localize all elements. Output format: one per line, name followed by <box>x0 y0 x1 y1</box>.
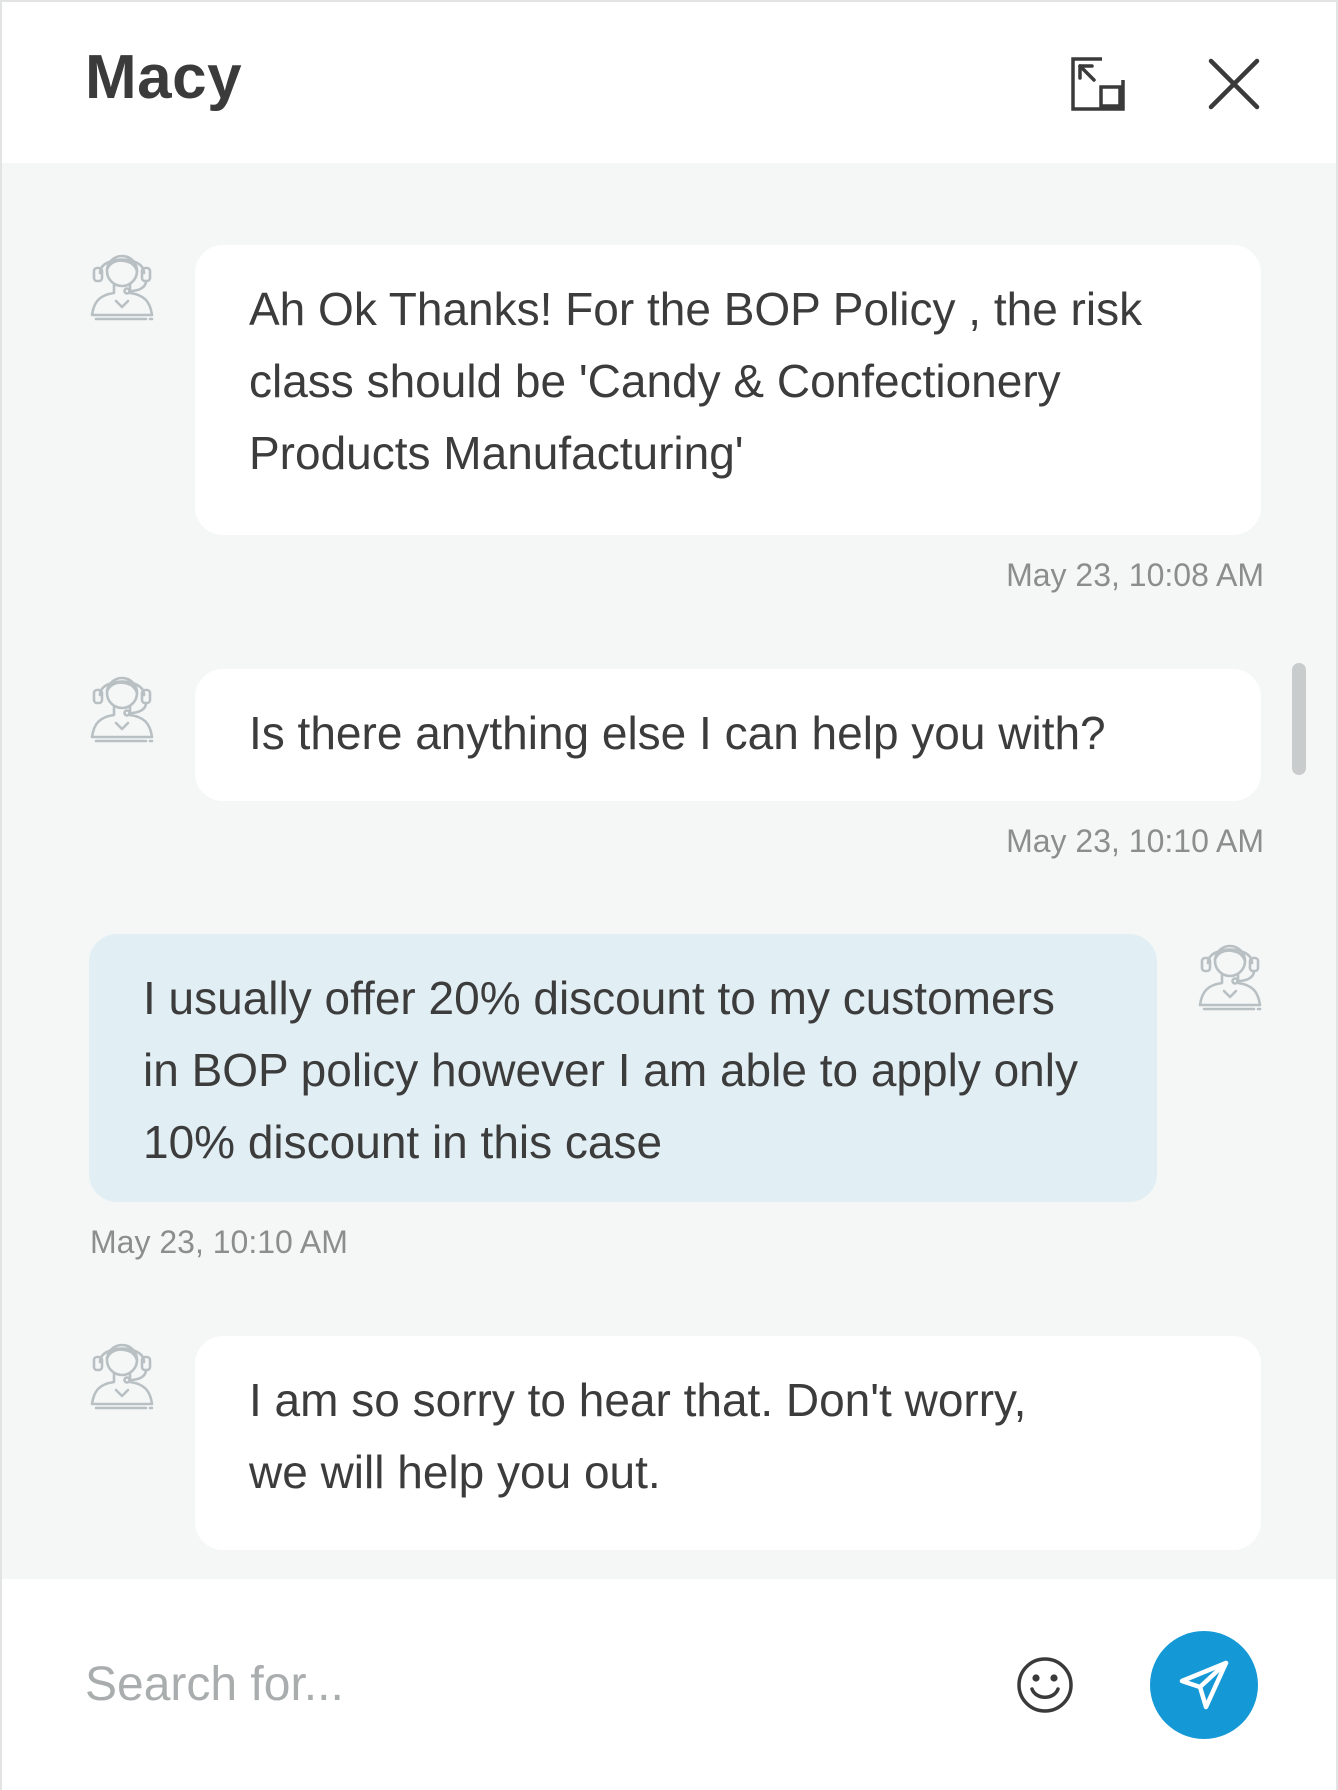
agent-message-bubble: Ah Ok Thanks! For the BOP Policy , the r… <box>195 245 1261 535</box>
message-timestamp: May 23, 10:08 AM <box>1006 557 1264 593</box>
agent-message-bubble: Is there anything else I can help you wi… <box>195 669 1261 801</box>
agent-message-bubble: I am so sorry to hear that. Don't worry,… <box>195 1336 1261 1550</box>
send-button[interactable] <box>1150 1631 1258 1739</box>
agent-headset-avatar-icon <box>86 1332 158 1410</box>
agent-headset-avatar-icon <box>86 243 158 321</box>
chat-header: Macy <box>2 2 1336 163</box>
message-line: Is there anything else I can help you wi… <box>249 707 1106 759</box>
smiley-icon <box>1017 1657 1073 1713</box>
message-line: we will help you out. <box>249 1446 661 1498</box>
message-line: 10% discount in this case <box>143 1116 663 1168</box>
close-icon <box>1208 58 1260 110</box>
paper-plane-icon <box>1179 1660 1229 1710</box>
expand-button[interactable] <box>1066 52 1130 116</box>
message-line: class should be 'Candy & Confectionery <box>249 355 1061 407</box>
message-line: Ah Ok Thanks! For the BOP Policy , the r… <box>249 283 1143 335</box>
chat-window: Macy Ah Ok Thanks! For the BOP Policy , … <box>0 0 1338 1790</box>
emoji-button[interactable] <box>1014 1654 1076 1716</box>
expand-icon <box>1071 57 1125 111</box>
close-button[interactable] <box>1202 52 1266 116</box>
agent-headset-avatar-icon <box>86 665 158 743</box>
message-line: I am so sorry to hear that. Don't worry, <box>249 1374 1027 1426</box>
search-input[interactable] <box>85 1639 945 1729</box>
user-message-bubble: I usually offer 20% discount to my custo… <box>89 934 1157 1202</box>
message-timestamp: May 23, 10:10 AM <box>90 1224 348 1260</box>
user-headset-avatar-icon <box>1194 933 1266 1011</box>
message-line: I usually offer 20% discount to my custo… <box>143 972 1055 1024</box>
message-line: in BOP policy however I am able to apply… <box>143 1044 1078 1096</box>
chat-title: Macy <box>85 43 243 112</box>
message-timestamp: May 23, 10:10 AM <box>1006 823 1264 859</box>
scrollbar-thumb[interactable] <box>1292 663 1306 775</box>
message-list[interactable]: Ah Ok Thanks! For the BOP Policy , the r… <box>2 163 1336 1579</box>
composer-bar <box>2 1579 1336 1790</box>
message-line: Products Manufacturing' <box>249 427 744 479</box>
